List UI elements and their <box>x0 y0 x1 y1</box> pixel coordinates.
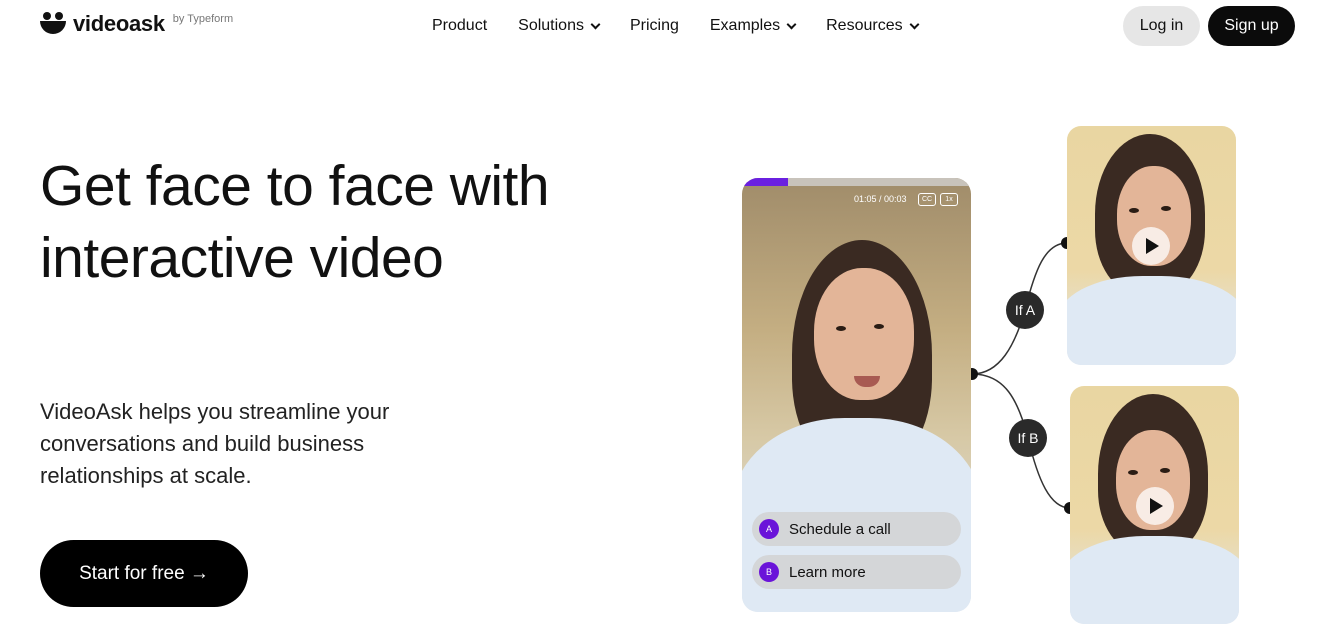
site-header: videoask by Typeform Product Solutions P… <box>0 0 1318 52</box>
video-player[interactable]: 01:05 / 00:03 CC 1x A Schedule a call B … <box>742 178 971 612</box>
video-time: 01:05 / 00:03 <box>854 194 907 204</box>
videoask-logo-icon <box>40 12 66 38</box>
presenter-video <box>742 178 971 612</box>
nav-item-label: Examples <box>709 17 781 34</box>
nav-item-label: Product <box>432 17 488 34</box>
branch-badge-a: If A <box>1006 291 1044 329</box>
brand-byline: by Typeform <box>172 13 234 25</box>
signup-button[interactable]: Sign up <box>1208 6 1295 46</box>
chevron-down-icon <box>786 19 797 29</box>
option-label: Schedule a call <box>789 520 891 538</box>
option-schedule-call[interactable]: A Schedule a call <box>752 512 961 546</box>
main-nav: Product Solutions Pricing Examples Resou… <box>432 15 949 37</box>
speed-button[interactable]: 1x <box>940 193 958 206</box>
branch-badge-b: If B <box>1009 419 1047 457</box>
chevron-down-icon <box>909 19 920 29</box>
option-key: A <box>759 519 779 539</box>
video-progress-fill <box>742 178 788 186</box>
hero-title: Get face to face with interactive video <box>40 154 550 290</box>
nav-item-pricing[interactable]: Pricing <box>630 15 679 37</box>
response-video-a[interactable] <box>1067 126 1236 365</box>
play-icon[interactable] <box>1136 487 1174 525</box>
brand-logo[interactable]: videoask by Typeform <box>40 10 233 38</box>
play-icon[interactable] <box>1132 227 1170 265</box>
nav-item-label: Resources <box>826 17 903 34</box>
chevron-down-icon <box>590 19 601 29</box>
captions-button[interactable]: CC <box>918 193 936 206</box>
option-key: B <box>759 562 779 582</box>
login-button[interactable]: Log in <box>1123 6 1200 46</box>
option-label: Learn more <box>789 563 866 581</box>
nav-item-label: Solutions <box>518 17 584 34</box>
nav-item-resources[interactable]: Resources <box>826 15 920 37</box>
response-video-b[interactable] <box>1070 386 1239 624</box>
start-free-button[interactable]: Start for free → <box>40 540 248 607</box>
nav-item-examples[interactable]: Examples <box>709 15 797 37</box>
video-progress-bar[interactable] <box>742 178 971 186</box>
nav-item-product[interactable]: Product <box>432 15 487 37</box>
nav-item-solutions[interactable]: Solutions <box>518 15 601 37</box>
brand-name: videoask <box>73 11 165 36</box>
nav-item-label: Pricing <box>629 17 679 34</box>
option-learn-more[interactable]: B Learn more <box>752 555 961 589</box>
hero-subtitle: VideoAsk helps you streamline your conve… <box>40 399 390 488</box>
